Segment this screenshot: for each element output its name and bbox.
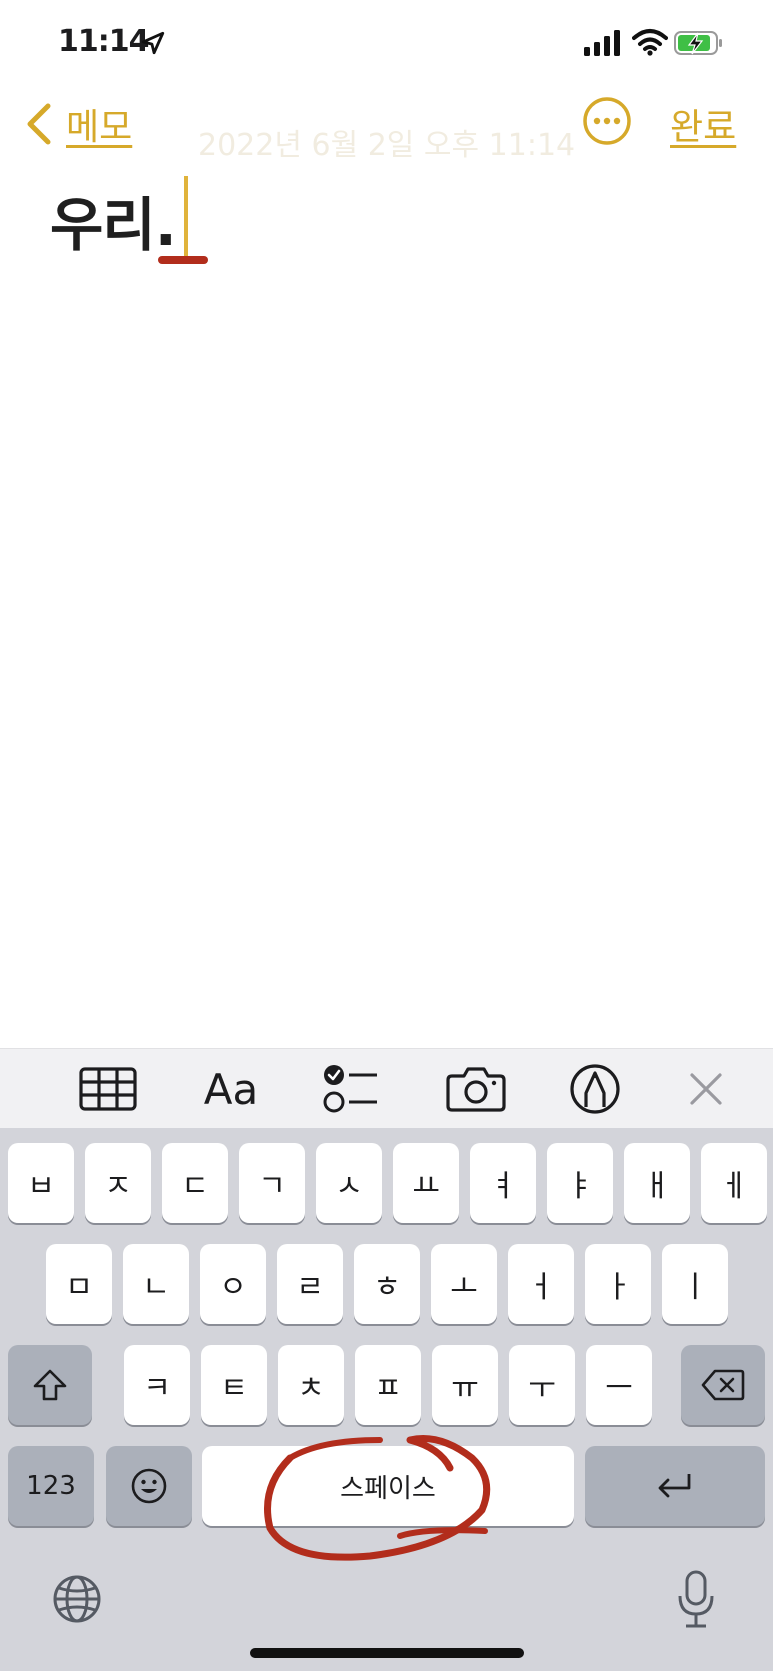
camera-icon (446, 1067, 506, 1112)
key[interactable]: ㅊ (278, 1345, 344, 1425)
key[interactable]: ㅛ (393, 1143, 459, 1223)
close-icon (690, 1073, 722, 1105)
key[interactable]: ㅋ (124, 1345, 190, 1425)
shift-icon (33, 1369, 67, 1401)
note-text[interactable]: 우리. (50, 178, 177, 262)
text-cursor (184, 176, 188, 256)
emoji-key[interactable] (106, 1446, 192, 1526)
key[interactable]: ㅍ (355, 1345, 421, 1425)
shift-key[interactable] (8, 1345, 92, 1425)
key[interactable]: ㅗ (431, 1244, 497, 1324)
home-indicator (250, 1648, 524, 1658)
markup-pen-icon (570, 1064, 620, 1114)
key[interactable]: ㅅ (316, 1143, 382, 1223)
key[interactable]: ㅡ (586, 1345, 652, 1425)
key[interactable]: ㄱ (239, 1143, 305, 1223)
key[interactable]: ㅑ (547, 1143, 613, 1223)
more-options-icon[interactable] (582, 96, 632, 146)
globe-icon[interactable] (52, 1574, 102, 1624)
camera-button[interactable] (446, 1059, 506, 1119)
key[interactable]: ㄹ (277, 1244, 343, 1324)
table-icon (79, 1067, 137, 1111)
formatting-toolbar: Aa (0, 1048, 773, 1129)
table-button[interactable] (78, 1059, 138, 1119)
close-toolbar-button[interactable] (686, 1059, 726, 1119)
status-bar: 11:14 (0, 0, 773, 90)
key[interactable]: ㅂ (8, 1143, 74, 1223)
done-button[interactable]: 완료 (670, 98, 736, 150)
note-date: 2022년 6월 2일 오후 11:14 (198, 128, 576, 163)
chevron-left-icon[interactable] (24, 102, 52, 146)
cellular-signal-icon (584, 30, 620, 56)
battery-charging-icon (674, 31, 722, 55)
key[interactable]: ㅠ (432, 1345, 498, 1425)
key[interactable]: ㅎ (354, 1244, 420, 1324)
key[interactable]: ㅇ (200, 1244, 266, 1324)
key[interactable]: ㅜ (509, 1345, 575, 1425)
back-button[interactable]: 메모 (66, 98, 132, 150)
return-key[interactable] (585, 1446, 765, 1526)
emoji-icon (131, 1468, 167, 1504)
key[interactable]: ㅕ (470, 1143, 536, 1223)
numbers-key[interactable]: 123 (8, 1446, 94, 1526)
annotation-underline (158, 256, 208, 264)
return-icon (658, 1474, 691, 1498)
key[interactable]: ㄴ (123, 1244, 189, 1324)
key[interactable]: ㅈ (85, 1143, 151, 1223)
key[interactable]: ㅌ (201, 1345, 267, 1425)
checklist-button[interactable] (322, 1059, 380, 1119)
key[interactable]: ㅣ (662, 1244, 728, 1324)
checklist-icon (323, 1065, 377, 1113)
key[interactable]: ㄷ (162, 1143, 228, 1223)
wifi-icon (632, 29, 668, 56)
text-format-button[interactable]: Aa (198, 1059, 264, 1119)
nav-bar: 메모 2022년 6월 2일 오후 11:14 완료 (0, 88, 773, 163)
key[interactable]: ㅁ (46, 1244, 112, 1324)
key[interactable]: ㅏ (585, 1244, 651, 1324)
delete-backspace-icon (701, 1369, 745, 1401)
key[interactable]: ㅔ (701, 1143, 767, 1223)
markup-button[interactable] (568, 1059, 622, 1119)
key[interactable]: ㅓ (508, 1244, 574, 1324)
location-arrow-icon (141, 31, 165, 55)
annotation-circle (264, 1434, 491, 1561)
key[interactable]: ㅐ (624, 1143, 690, 1223)
microphone-icon[interactable] (676, 1570, 716, 1630)
delete-key[interactable] (681, 1345, 765, 1425)
status-time: 11:14 (58, 24, 149, 59)
